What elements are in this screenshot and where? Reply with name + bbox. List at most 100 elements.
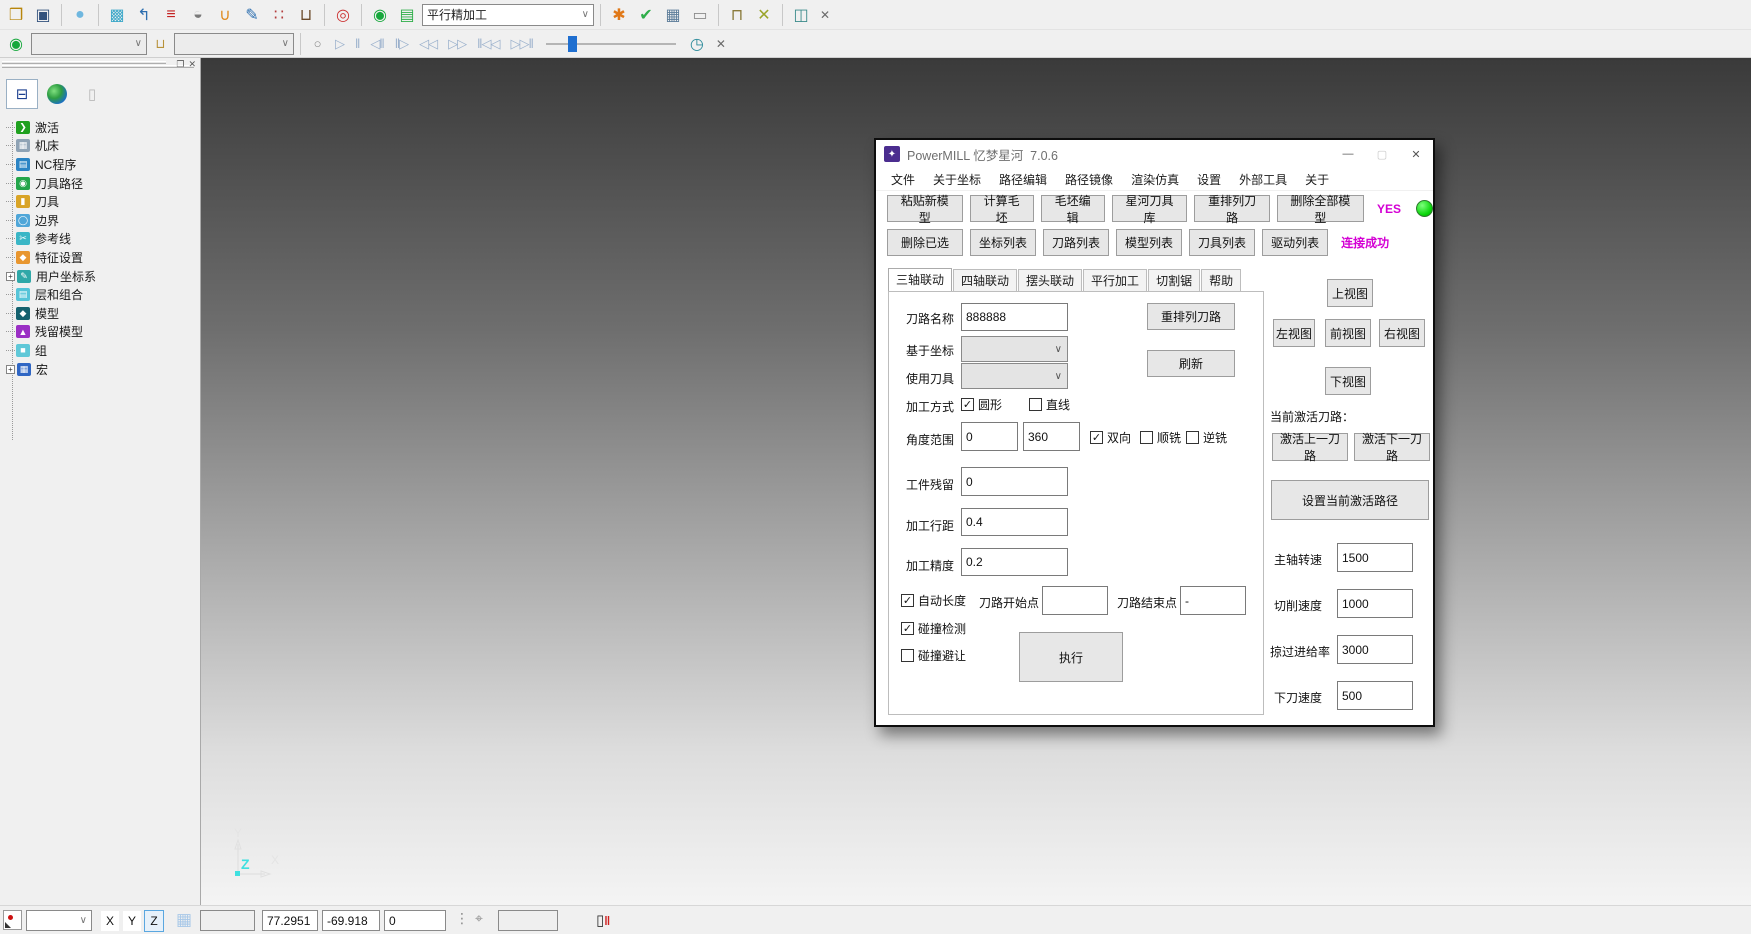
pause-button[interactable]: ‖ bbox=[351, 32, 363, 56]
angle-from-input[interactable] bbox=[961, 422, 1018, 451]
simulate-verify-icon[interactable]: ✔ bbox=[634, 3, 658, 27]
tree-item-activate[interactable]: ❯ 激活 bbox=[6, 118, 200, 137]
sphere-icon[interactable]: ● bbox=[68, 3, 92, 27]
block-edit-button[interactable]: 毛坯编辑 bbox=[1041, 195, 1105, 222]
tool-pair-icon[interactable]: ⊓ bbox=[725, 3, 749, 27]
step-forward-button[interactable]: ‖▷ bbox=[391, 32, 412, 56]
spindle-speed-input[interactable] bbox=[1337, 543, 1413, 572]
tree-item-tools[interactable]: ▮ 刀具 bbox=[6, 192, 200, 211]
tab-help[interactable]: 帮助 bbox=[1201, 269, 1241, 292]
menu-file[interactable]: 文件 bbox=[882, 171, 924, 188]
plunge-feed-input[interactable] bbox=[1337, 681, 1413, 710]
coord-list-button[interactable]: 坐标列表 bbox=[970, 229, 1036, 256]
tree-item-machine[interactable]: ▦ 机床 bbox=[6, 137, 200, 156]
view-left-button[interactable]: 左视图 bbox=[1273, 319, 1315, 347]
delete-all-models-button[interactable]: 删除全部模型 bbox=[1277, 195, 1364, 222]
menu-about[interactable]: 关于 bbox=[1296, 171, 1338, 188]
sim-toolbar-close-icon[interactable]: ✕ bbox=[712, 35, 730, 53]
paste-new-model-button[interactable]: 粘贴新模型 bbox=[887, 195, 963, 222]
angle-to-input[interactable] bbox=[1023, 422, 1080, 451]
tab-explorer-recycle[interactable]: ▯ bbox=[76, 79, 108, 109]
execute-button[interactable]: 执行 bbox=[1019, 632, 1123, 682]
tolerance-field[interactable] bbox=[498, 910, 558, 931]
fast-forward-button[interactable]: ▷▷ bbox=[444, 32, 470, 56]
tolerance-input[interactable] bbox=[961, 548, 1068, 576]
tree-item-toolpaths[interactable]: ◉ 刀具路径 bbox=[6, 174, 200, 193]
view-front-button[interactable]: 前视图 bbox=[1325, 319, 1371, 347]
tab-explorer-tree[interactable]: ⊟ bbox=[6, 79, 38, 109]
menu-settings[interactable]: 设置 bbox=[1188, 171, 1230, 188]
tab-explorer-web[interactable] bbox=[41, 79, 73, 109]
toolbar-close-icon[interactable]: ✕ bbox=[816, 6, 834, 24]
play-button[interactable]: ▷ bbox=[331, 32, 348, 56]
tree-item-stock-models[interactable]: ▲ 残留模型 bbox=[6, 323, 200, 342]
calc-block-button[interactable]: 计算毛坯 bbox=[970, 195, 1034, 222]
reorder-toolpaths-button[interactable]: 重排列刀路 bbox=[1194, 195, 1270, 222]
reorder-toolpath-button[interactable]: 重排列刀路 bbox=[1147, 303, 1235, 330]
toolpath-spiral-icon[interactable]: ◉ bbox=[368, 3, 392, 27]
dialog-titlebar[interactable]: ✦ PowerMILL 忆梦星河 7.0.6 — ▢ ✕ bbox=[876, 140, 1433, 168]
tree-item-boundaries[interactable]: ◯ 边界 bbox=[6, 211, 200, 230]
sidebar-grip[interactable]: ❐ ✕ bbox=[0, 58, 200, 74]
tree-item-feature-sets[interactable]: ◆ 特征设置 bbox=[6, 248, 200, 267]
sim-tool-dropdown[interactable]: ∨ bbox=[174, 33, 294, 55]
compare-models-icon[interactable]: ◫ bbox=[789, 3, 813, 27]
menu-render-simulate[interactable]: 渲染仿真 bbox=[1122, 171, 1188, 188]
measure-icon[interactable]: ▭ bbox=[688, 3, 712, 27]
stepover-input[interactable] bbox=[961, 508, 1068, 536]
circular-checkbox[interactable]: ✓ 圆形 bbox=[961, 396, 1002, 413]
simulation-speed-slider[interactable] bbox=[546, 34, 676, 54]
tool-star-icon[interactable]: ✱ bbox=[607, 3, 631, 27]
tree-item-workplanes[interactable]: + ✎ 用户坐标系 bbox=[6, 267, 200, 286]
tab-head-tilt[interactable]: 摆头联动 bbox=[1018, 269, 1082, 292]
block-icon[interactable]: ▩ bbox=[105, 3, 129, 27]
start-point-input[interactable] bbox=[1042, 586, 1108, 615]
slider-handle[interactable] bbox=[568, 36, 577, 52]
skim-feed-input[interactable] bbox=[1337, 635, 1413, 664]
end-point-input[interactable] bbox=[1180, 586, 1246, 615]
tool-list-button[interactable]: 刀具列表 bbox=[1189, 229, 1255, 256]
tab-3axis[interactable]: 三轴联动 bbox=[888, 268, 952, 293]
climb-mill-checkbox[interactable]: 顺铣 bbox=[1140, 429, 1181, 446]
pick-point-button[interactable] bbox=[3, 910, 22, 930]
grid-toggle-icon[interactable]: ▦ bbox=[172, 908, 196, 932]
view-bottom-button[interactable]: 下视图 bbox=[1325, 367, 1371, 395]
leads-links-icon[interactable]: ≡ bbox=[159, 3, 183, 27]
tab-saw[interactable]: 切割锯 bbox=[1148, 269, 1200, 292]
refresh-button[interactable]: 刷新 bbox=[1147, 350, 1235, 377]
model-list-button[interactable]: 模型列表 bbox=[1116, 229, 1182, 256]
transform-arrows-icon[interactable]: ✕ bbox=[752, 3, 776, 27]
rapid-move-icon[interactable]: ↰ bbox=[132, 3, 156, 27]
expand-icon[interactable]: + bbox=[6, 272, 15, 281]
tab-parallel[interactable]: 平行加工 bbox=[1083, 269, 1147, 292]
panel-close-icon[interactable]: ✕ bbox=[188, 59, 196, 70]
feedrate-tool-icon[interactable]: ◎ bbox=[331, 3, 355, 27]
coord-list-icon[interactable]: ⋮ bbox=[455, 910, 469, 927]
collision-check-icon[interactable]: ∪ bbox=[213, 3, 237, 27]
expand-icon[interactable]: + bbox=[6, 365, 15, 374]
set-active-path-button[interactable]: 设置当前激活路径 bbox=[1271, 480, 1429, 520]
drive-list-button[interactable]: 驱动列表 bbox=[1262, 229, 1328, 256]
calculator-icon[interactable]: ▦ bbox=[661, 3, 685, 27]
toolpath-name-input[interactable] bbox=[961, 303, 1068, 331]
activate-prev-toolpath-button[interactable]: 激活上一刀路 bbox=[1272, 433, 1348, 461]
view-right-button[interactable]: 右视图 bbox=[1379, 319, 1425, 347]
stock-allowance-input[interactable] bbox=[961, 467, 1068, 496]
panel-float-icon[interactable]: ❐ bbox=[176, 59, 184, 70]
toolpath-list-icon[interactable]: ▤ bbox=[395, 3, 419, 27]
tree-item-groups[interactable]: ■ 组 bbox=[6, 341, 200, 360]
menu-external-tools[interactable]: 外部工具 bbox=[1230, 171, 1296, 188]
workplane-dropdown[interactable]: ∨ bbox=[26, 910, 92, 931]
maximize-button[interactable]: ▢ bbox=[1365, 141, 1399, 167]
active-toolpath-dropdown[interactable]: 平行精加工 ∨ bbox=[422, 4, 594, 26]
bidirectional-checkbox[interactable]: ✓ 双向 bbox=[1090, 429, 1131, 446]
open-file-icon[interactable]: ❒ bbox=[4, 3, 28, 27]
menu-path-edit[interactable]: 路径编辑 bbox=[990, 171, 1056, 188]
collision-check-checkbox[interactable]: ✓ 碰撞检测 bbox=[901, 620, 966, 637]
rewind-button[interactable]: ◁◁ bbox=[415, 32, 441, 56]
points-icon[interactable]: ∷ bbox=[267, 3, 291, 27]
tree-item-macros[interactable]: + ▦ 宏 bbox=[6, 360, 200, 379]
step-back-button[interactable]: ◁‖ bbox=[366, 32, 387, 56]
cutting-feed-input[interactable] bbox=[1337, 589, 1413, 618]
toolholder-icon[interactable]: ⊔ bbox=[294, 3, 318, 27]
